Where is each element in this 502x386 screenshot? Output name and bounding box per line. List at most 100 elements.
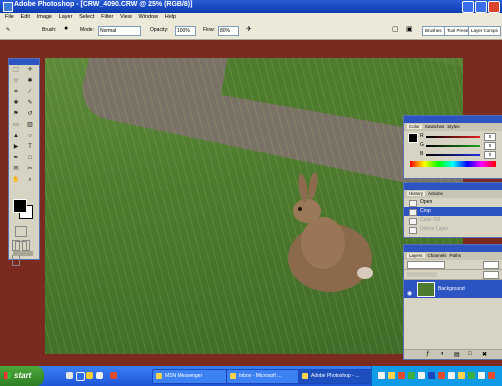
blend-mode-select[interactable]: [407, 261, 445, 269]
layer-opacity-field[interactable]: [483, 261, 499, 269]
taskbar-button-photoshop[interactable]: Adobe Photoshop - ...: [298, 369, 382, 384]
start-button[interactable]: start: [0, 366, 44, 386]
tab-actions[interactable]: Actions: [428, 191, 443, 196]
opacity-field[interactable]: 100%: [175, 26, 196, 36]
trash-icon[interactable]: ✖: [482, 351, 487, 358]
flow-field[interactable]: 80%: [218, 26, 239, 36]
document-canvas[interactable]: [45, 58, 463, 354]
type-tool-icon[interactable]: T: [25, 143, 35, 152]
layer-fill-field[interactable]: [483, 271, 499, 279]
tray-icon[interactable]: [468, 372, 475, 379]
standard-mode-icon[interactable]: [15, 226, 27, 237]
standard-screen-icon[interactable]: [12, 240, 20, 251]
menu-window[interactable]: Window: [138, 13, 158, 22]
menu-file[interactable]: File: [5, 13, 14, 22]
hand-tool-icon[interactable]: ✋: [11, 176, 21, 185]
blur-tool-icon[interactable]: ▲: [11, 132, 21, 141]
brush-preset-picker[interactable]: ●: [64, 25, 68, 32]
clone-stamp-tool-icon[interactable]: ⚑: [11, 110, 21, 119]
shape-tool-icon[interactable]: □: [25, 154, 35, 163]
history-brush-tool-icon[interactable]: ↺: [25, 110, 35, 119]
tray-icon[interactable]: [398, 372, 405, 379]
tab-swatches[interactable]: Swatches: [425, 124, 445, 129]
tab-layers[interactable]: Layers: [407, 253, 425, 258]
palette-toggle-icon[interactable]: ▣: [406, 25, 413, 33]
tab-styles[interactable]: Styles: [447, 124, 459, 129]
tab-history[interactable]: History: [407, 191, 426, 196]
taskbar-button-inbox[interactable]: Inbox - Microsoft ...: [226, 369, 308, 384]
quick-launch-icon-3[interactable]: [110, 372, 117, 379]
tray-icon[interactable]: [438, 372, 445, 379]
full-screen-menu-icon[interactable]: [22, 240, 30, 251]
tab-color[interactable]: Color: [407, 124, 422, 129]
layer-style-icon[interactable]: ƒ: [426, 351, 429, 357]
tray-icon[interactable]: [428, 372, 435, 379]
tray-icon[interactable]: [488, 372, 495, 379]
minimize-button[interactable]: [462, 1, 474, 13]
zoom-tool-icon[interactable]: ⌕: [25, 176, 35, 185]
history-item-crop[interactable]: Crop: [404, 207, 502, 216]
maximize-button[interactable]: [475, 1, 487, 13]
tray-icon[interactable]: [408, 372, 415, 379]
menu-image[interactable]: Image: [37, 13, 52, 22]
menu-filter[interactable]: Filter: [101, 13, 113, 22]
b-slider[interactable]: [426, 154, 480, 156]
history-item-color-fill[interactable]: Color Fill: [404, 216, 502, 225]
palette-well-brushes[interactable]: Brushes: [422, 26, 445, 36]
eye-icon[interactable]: ◉: [407, 285, 412, 303]
quick-launch-icon[interactable]: [86, 372, 93, 379]
color-spectrum-ramp[interactable]: [410, 161, 496, 167]
tab-paths[interactable]: Paths: [450, 253, 462, 258]
layers-panel-header[interactable]: [404, 245, 502, 252]
move-tool-icon[interactable]: ✛: [25, 66, 35, 75]
file-browser-icon[interactable]: ▢: [392, 25, 399, 33]
slice-tool-icon[interactable]: ∕: [25, 88, 35, 97]
menu-layer[interactable]: Layer: [59, 13, 73, 22]
tray-icon[interactable]: [448, 372, 455, 379]
tray-icon[interactable]: [378, 372, 385, 379]
full-screen-icon[interactable]: [12, 255, 20, 266]
foreground-color-swatch[interactable]: [13, 199, 27, 213]
dodge-tool-icon[interactable]: ○: [25, 132, 35, 141]
menu-help[interactable]: Help: [165, 13, 176, 22]
lasso-tool-icon[interactable]: ☆: [11, 77, 21, 86]
history-item-open[interactable]: Open: [404, 198, 502, 207]
history-panel-header[interactable]: [404, 183, 502, 190]
add-mask-icon[interactable]: ◑: [440, 351, 444, 357]
menu-select[interactable]: Select: [79, 13, 94, 22]
magic-wand-tool-icon[interactable]: ✱: [25, 77, 35, 86]
r-value[interactable]: 0: [484, 133, 496, 141]
imageready-jump-button[interactable]: [13, 251, 33, 256]
menu-view[interactable]: View: [120, 13, 132, 22]
show-desktop-icon[interactable]: [66, 372, 73, 379]
menu-edit[interactable]: Edit: [21, 13, 30, 22]
b-value[interactable]: 0: [484, 151, 496, 159]
palette-well-layer-comps[interactable]: Layer Comps: [468, 26, 501, 36]
airbrush-icon[interactable]: ✈: [246, 25, 252, 33]
taskbar-button-msn[interactable]: MSN Messenger: [152, 369, 236, 384]
tray-icon[interactable]: [418, 372, 425, 379]
history-item-delete-layer[interactable]: Delete Layer: [404, 225, 502, 234]
notes-tool-icon[interactable]: ✉: [11, 165, 21, 174]
quick-launch-icon-2[interactable]: [96, 372, 103, 379]
tray-icon[interactable]: [458, 372, 465, 379]
lock-buttons[interactable]: [407, 272, 437, 277]
g-slider[interactable]: [426, 145, 480, 147]
eyedropper-tool-icon[interactable]: ✂: [25, 165, 35, 174]
gradient-tool-icon[interactable]: ▥: [25, 121, 35, 130]
close-button[interactable]: [488, 1, 500, 13]
mode-select[interactable]: Normal: [98, 26, 141, 36]
pen-tool-icon[interactable]: ✒: [11, 154, 21, 163]
tab-channels[interactable]: Channels: [428, 253, 447, 258]
tray-icon[interactable]: [388, 372, 395, 379]
marquee-tool-icon[interactable]: ⬚: [11, 66, 21, 75]
toolbox-header[interactable]: [9, 59, 39, 65]
g-value[interactable]: 0: [484, 142, 496, 150]
crop-tool-icon[interactable]: ⌗: [11, 88, 21, 97]
new-layer-icon[interactable]: □: [468, 351, 472, 357]
path-selection-tool-icon[interactable]: ▶: [11, 143, 21, 152]
new-set-icon[interactable]: ▤: [454, 351, 460, 358]
brush-tool-icon[interactable]: ✎: [6, 27, 10, 33]
tray-icon[interactable]: [478, 372, 485, 379]
r-slider[interactable]: [426, 136, 480, 138]
